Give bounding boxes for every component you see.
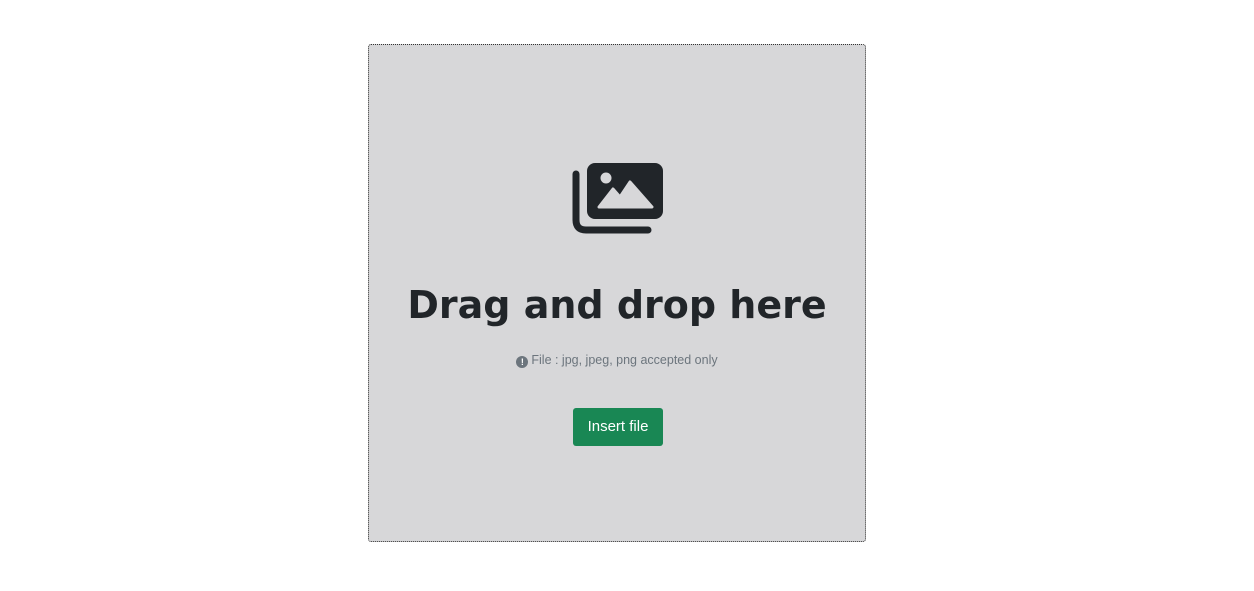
dropzone-title: Drag and drop here <box>407 283 827 327</box>
info-circle-icon: ! <box>516 356 529 368</box>
images-icon <box>572 162 664 234</box>
insert-file-button[interactable]: Insert file <box>573 408 663 446</box>
file-type-hint: ! File : jpg, jpeg, png accepted only <box>369 352 865 368</box>
file-dropzone[interactable]: Drag and drop here ! File : jpg, jpeg, pn… <box>368 44 866 542</box>
file-type-hint-text: File : jpg, jpeg, png accepted only <box>531 353 718 367</box>
